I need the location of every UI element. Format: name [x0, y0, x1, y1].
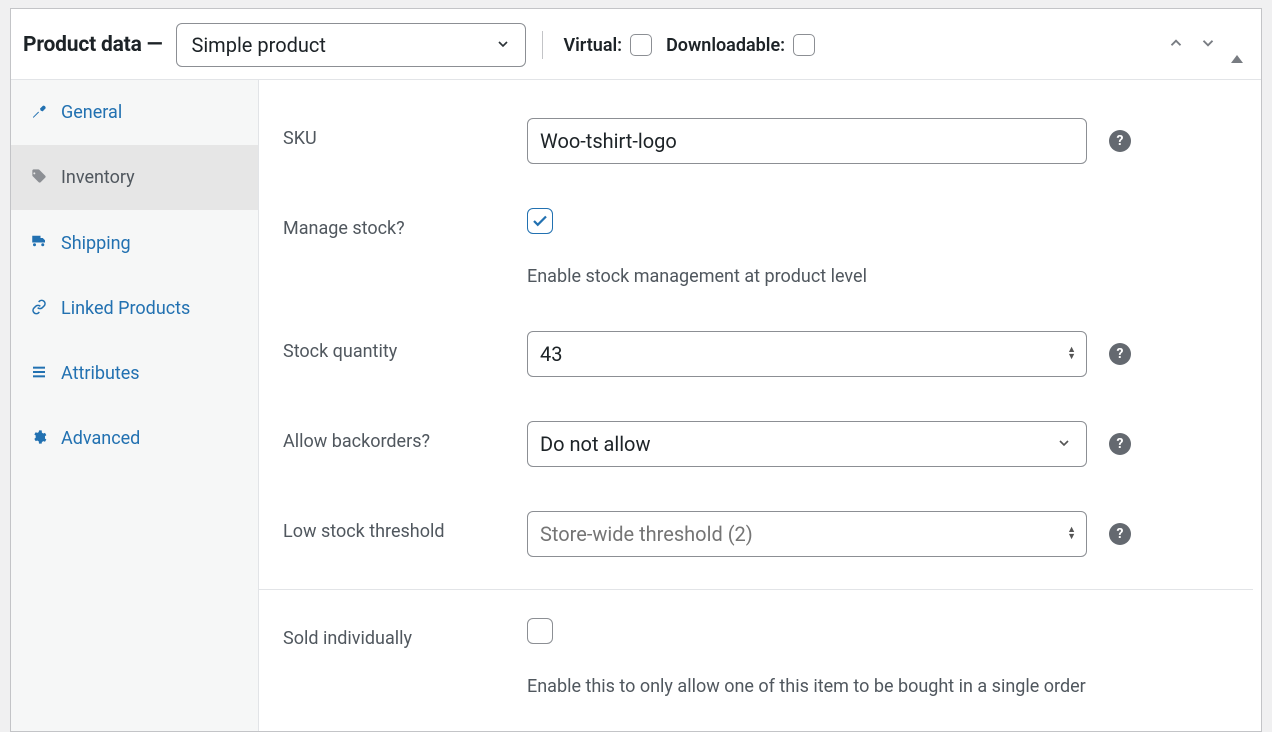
sold-individually-description: Enable this to only allow one of this it…	[527, 676, 1086, 697]
help-icon[interactable]: ?	[1109, 523, 1131, 545]
backorders-row: Allow backorders? Do not allow ?	[283, 403, 1229, 493]
downloadable-checkbox[interactable]	[793, 34, 815, 56]
help-icon[interactable]: ?	[1109, 130, 1131, 152]
sidebar: General Inventory Shipping Linked Produc…	[11, 80, 259, 731]
virtual-checkbox[interactable]	[630, 34, 652, 56]
sidebar-item-label: General	[61, 102, 122, 123]
product-data-metabox: Product data — Simple product Virtual: D…	[10, 8, 1262, 732]
collapse-toggle-icon[interactable]	[1231, 36, 1243, 55]
sold-individually-row: Sold individually Enable this to only al…	[283, 590, 1229, 723]
sidebar-item-shipping[interactable]: Shipping	[11, 210, 258, 276]
backorders-value: Do not allow	[540, 432, 651, 456]
panel-body: General Inventory Shipping Linked Produc…	[11, 80, 1261, 731]
chevron-down-icon	[495, 33, 511, 57]
sidebar-item-linked-products[interactable]: Linked Products	[11, 276, 258, 341]
sidebar-item-advanced[interactable]: Advanced	[11, 406, 258, 471]
product-type-select[interactable]: Simple product	[176, 23, 526, 67]
sidebar-item-label: Linked Products	[61, 298, 190, 319]
help-icon[interactable]: ?	[1109, 433, 1131, 455]
spinner-icon[interactable]: ▲▼	[1067, 527, 1076, 541]
sku-input[interactable]	[527, 118, 1087, 164]
backorders-select[interactable]: Do not allow	[527, 421, 1087, 467]
tag-icon	[29, 168, 49, 188]
sku-row: SKU ?	[283, 100, 1229, 190]
sidebar-item-label: Attributes	[61, 363, 140, 384]
sidebar-item-inventory[interactable]: Inventory	[11, 145, 258, 210]
sold-individually-label: Sold individually	[283, 618, 517, 649]
low-stock-input[interactable]: Store-wide threshold (2) ▲▼	[527, 511, 1087, 557]
sidebar-item-general[interactable]: General	[11, 80, 258, 145]
low-stock-row: Low stock threshold Store-wide threshold…	[283, 493, 1229, 583]
stock-qty-label: Stock quantity	[283, 331, 517, 362]
move-up-icon[interactable]	[1167, 34, 1185, 56]
stock-qty-value: 43	[540, 342, 562, 366]
virtual-label: Virtual:	[563, 35, 622, 56]
list-icon	[29, 364, 49, 384]
downloadable-label: Downloadable:	[666, 35, 785, 56]
help-icon[interactable]: ?	[1109, 343, 1131, 365]
low-stock-placeholder: Store-wide threshold (2)	[540, 522, 753, 546]
manage-stock-row: Manage stock? Enable stock management at…	[283, 190, 1229, 313]
sidebar-item-label: Shipping	[61, 233, 131, 254]
sku-label: SKU	[283, 118, 517, 149]
sold-individually-checkbox[interactable]	[527, 618, 553, 644]
spinner-icon[interactable]: ▲▼	[1067, 347, 1076, 361]
panel-header: Product data — Simple product Virtual: D…	[11, 9, 1261, 80]
product-type-value: Simple product	[191, 33, 325, 57]
backorders-label: Allow backorders?	[283, 421, 517, 452]
sidebar-item-attributes[interactable]: Attributes	[11, 341, 258, 406]
gear-icon	[29, 429, 49, 449]
sidebar-item-label: Inventory	[61, 167, 135, 188]
wrench-icon	[29, 103, 49, 123]
panel-tools	[1167, 34, 1243, 56]
virtual-toggle[interactable]: Virtual:	[563, 34, 652, 56]
inventory-form: SKU ? Manage stock? Enable stock managem…	[259, 80, 1261, 731]
chevron-down-icon	[1056, 432, 1072, 456]
divider	[542, 31, 543, 59]
downloadable-toggle[interactable]: Downloadable:	[666, 34, 815, 56]
manage-stock-label: Manage stock?	[283, 208, 517, 239]
stock-qty-input[interactable]: 43 ▲▼	[527, 331, 1087, 377]
link-icon	[29, 299, 49, 319]
low-stock-label: Low stock threshold	[283, 511, 517, 542]
move-down-icon[interactable]	[1199, 34, 1217, 56]
panel-title: Product data —	[23, 33, 162, 57]
sidebar-item-label: Advanced	[61, 428, 140, 449]
truck-icon	[29, 232, 49, 254]
manage-stock-description: Enable stock management at product level	[527, 266, 867, 287]
stock-qty-row: Stock quantity 43 ▲▼ ?	[283, 313, 1229, 403]
manage-stock-checkbox[interactable]	[527, 208, 553, 234]
